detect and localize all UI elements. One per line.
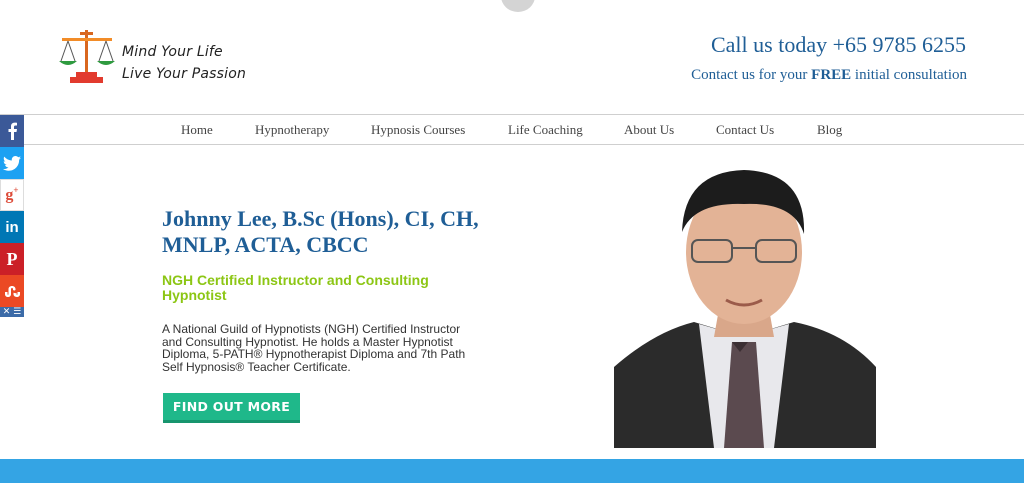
nav-item-contact-us[interactable]: Contact Us xyxy=(716,122,774,138)
facebook-icon[interactable] xyxy=(0,115,24,147)
logo-tagline-2: Live Your Passion xyxy=(122,66,247,82)
profile-photo xyxy=(614,152,876,448)
close-menu-icon[interactable]: ✕ ☰ xyxy=(0,307,24,317)
nav-item-life-coaching[interactable]: Life Coaching xyxy=(508,122,583,138)
site-logo[interactable]: Mind Your Life Live Your Passion xyxy=(56,28,256,90)
hero-description: A National Guild of Hypnotists (NGH) Cer… xyxy=(162,322,466,374)
footer-band xyxy=(0,459,1024,483)
nav-item-hypnosis-courses[interactable]: Hypnosis Courses xyxy=(371,122,465,138)
nav-item-about-us[interactable]: About Us xyxy=(624,122,674,138)
linkedin-icon[interactable]: in xyxy=(0,211,24,243)
google-plus-icon[interactable]: g+ xyxy=(0,179,24,211)
hero-title: Johnny Lee, B.Sc (Hons), CI, CH, MNLP, A… xyxy=(162,206,479,257)
twitter-icon[interactable] xyxy=(0,147,24,179)
nav-item-home[interactable]: Home xyxy=(181,122,213,138)
free-consultation-link[interactable]: Contact us for your FREE initial consult… xyxy=(691,67,967,84)
pinterest-icon[interactable]: P xyxy=(0,243,24,275)
find-out-more-button[interactable]: FIND OUT MORE xyxy=(163,393,300,423)
scroll-indicator xyxy=(501,0,535,12)
logo-tagline-1: Mind Your Life xyxy=(122,44,223,60)
contact-prefix: Contact us for your xyxy=(691,67,808,83)
social-share-bar: g+ in P ✕ ☰ xyxy=(0,115,24,317)
contact-suffix: initial consultation xyxy=(854,67,967,83)
main-navigation: Home Hypnotherapy Hypnosis Courses Life … xyxy=(0,114,1024,145)
nav-item-hypnotherapy[interactable]: Hypnotherapy xyxy=(255,122,329,138)
contact-free: FREE xyxy=(811,67,852,83)
call-us-phone[interactable]: Call us today +65 9785 6255 xyxy=(711,32,966,58)
hero-subtitle: NGH Certified Instructor and Consulting … xyxy=(162,272,429,303)
stumbleupon-icon[interactable] xyxy=(0,275,24,307)
nav-item-blog[interactable]: Blog xyxy=(817,122,842,138)
scales-of-justice-icon xyxy=(59,30,115,83)
